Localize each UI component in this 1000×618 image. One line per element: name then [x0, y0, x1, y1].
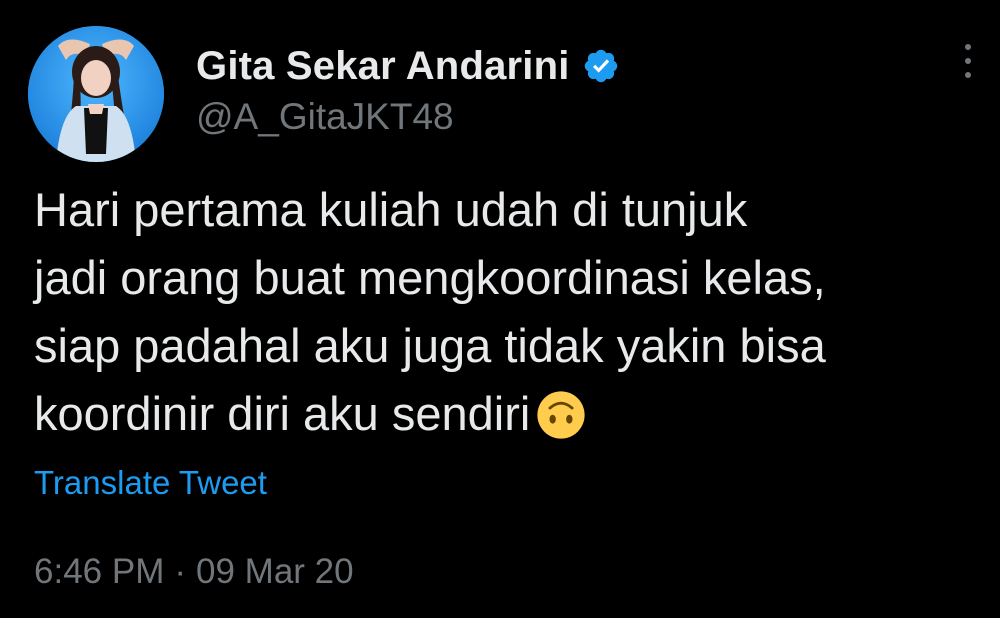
tweet-card: Gita Sekar Andarini @A_GitaJKT48 Hari pe…	[0, 0, 1000, 618]
avatar[interactable]	[28, 26, 164, 162]
tweet-text-line: koordinir diri aku sendiri	[34, 387, 531, 440]
display-name[interactable]: Gita Sekar Andarini	[196, 44, 570, 89]
tweet-text-line-last: koordinir diri aku sendiri	[34, 380, 974, 448]
verified-badge-icon	[584, 49, 617, 83]
author-handle[interactable]: @A_GitaJKT48	[196, 96, 454, 138]
more-vertical-icon[interactable]	[956, 44, 980, 88]
tweet-text-line: jadi orang buat mengkoordinasi kelas,	[34, 251, 826, 304]
tweet-timestamp: 6:46 PM · 09 Mar 20	[34, 552, 354, 592]
meta-separator: ·	[174, 552, 187, 591]
tweet-text: Hari pertama kuliah udah di tunjuk jadi …	[34, 176, 974, 448]
tweet-date[interactable]: 09 Mar 20	[196, 552, 354, 591]
translate-tweet-link[interactable]: Translate Tweet	[34, 464, 267, 502]
tweet-time[interactable]: 6:46 PM	[34, 552, 164, 591]
profile-photo-icon	[28, 26, 164, 162]
upside-down-face-icon	[537, 391, 585, 439]
tweet-text-line: Hari pertama kuliah udah di tunjuk	[34, 183, 748, 236]
tweet-text-line: siap padahal aku juga tidak yakin bisa	[34, 319, 826, 372]
author-name-row: Gita Sekar Andarini	[196, 42, 620, 90]
